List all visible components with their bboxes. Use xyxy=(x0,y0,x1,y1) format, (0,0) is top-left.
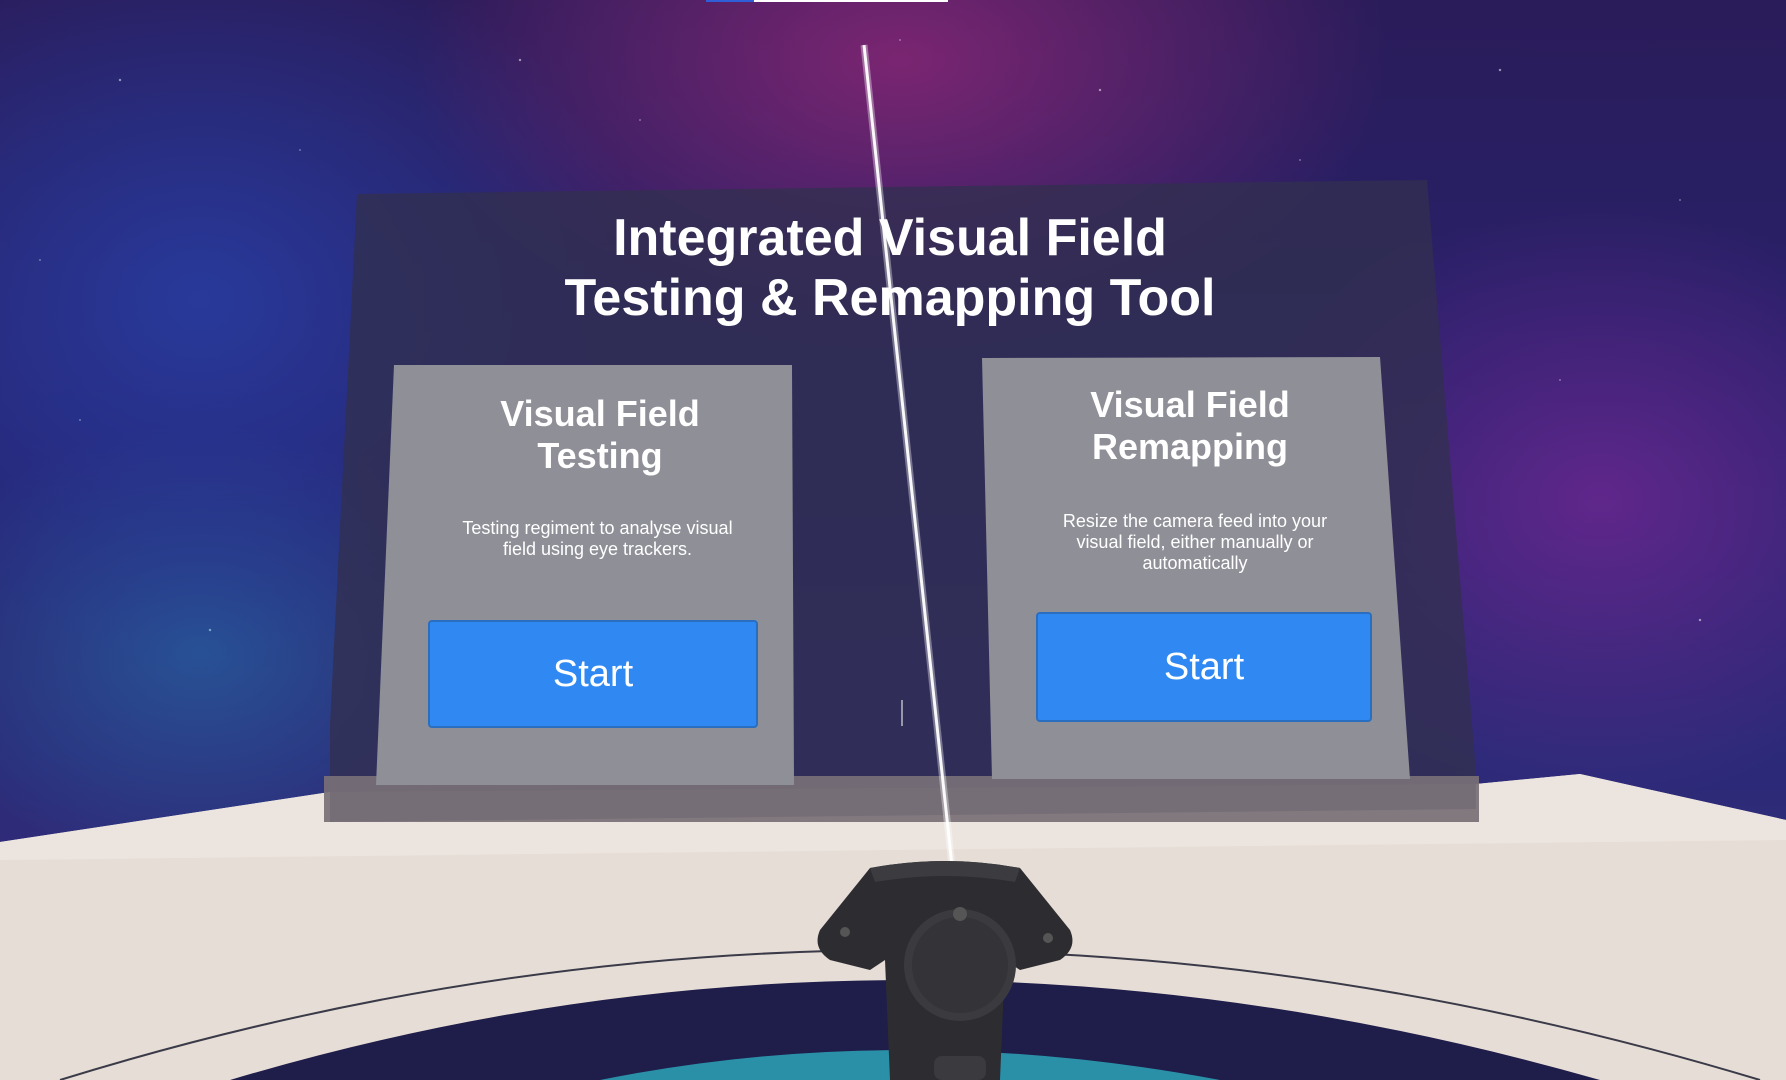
card-description-line: Testing regiment to analyse visual xyxy=(462,518,733,538)
card-title-line: Visual Field xyxy=(500,393,700,434)
card-title-remapping: Visual Field Remapping xyxy=(1030,384,1350,468)
card-title-testing: Visual Field Testing xyxy=(440,393,760,477)
vr-controller-icon xyxy=(817,861,1073,1080)
card-description-testing: Testing regiment to analyse visual field… xyxy=(420,518,775,560)
card-title-line: Remapping xyxy=(1091,426,1288,467)
start-remapping-button[interactable]: Start xyxy=(1036,612,1372,722)
start-testing-button[interactable]: Start xyxy=(428,620,758,728)
start-button-label: Start xyxy=(1163,645,1245,688)
vr-scene: Integrated Visual Field Testing & Remapp… xyxy=(0,0,1786,1080)
loading-indicator xyxy=(706,0,948,2)
card-title-line: Testing xyxy=(537,435,663,476)
page-title-text: Integrated Visual Field Testing & Remapp… xyxy=(564,209,1216,327)
card-description-remapping: Resize the camera feed into your visual … xyxy=(1020,511,1370,574)
start-button-label: Start xyxy=(552,652,634,695)
card-description-line: Resize the camera feed into your xyxy=(1062,511,1328,531)
page-title: Integrated Visual Field Testing & Remapp… xyxy=(520,208,1260,328)
card-description-line: automatically xyxy=(1142,553,1248,573)
card-description-line: visual field, either manually or xyxy=(1076,532,1314,552)
card-description-line: field using eye trackers. xyxy=(502,539,693,559)
card-title-line: Visual Field xyxy=(1090,384,1290,425)
